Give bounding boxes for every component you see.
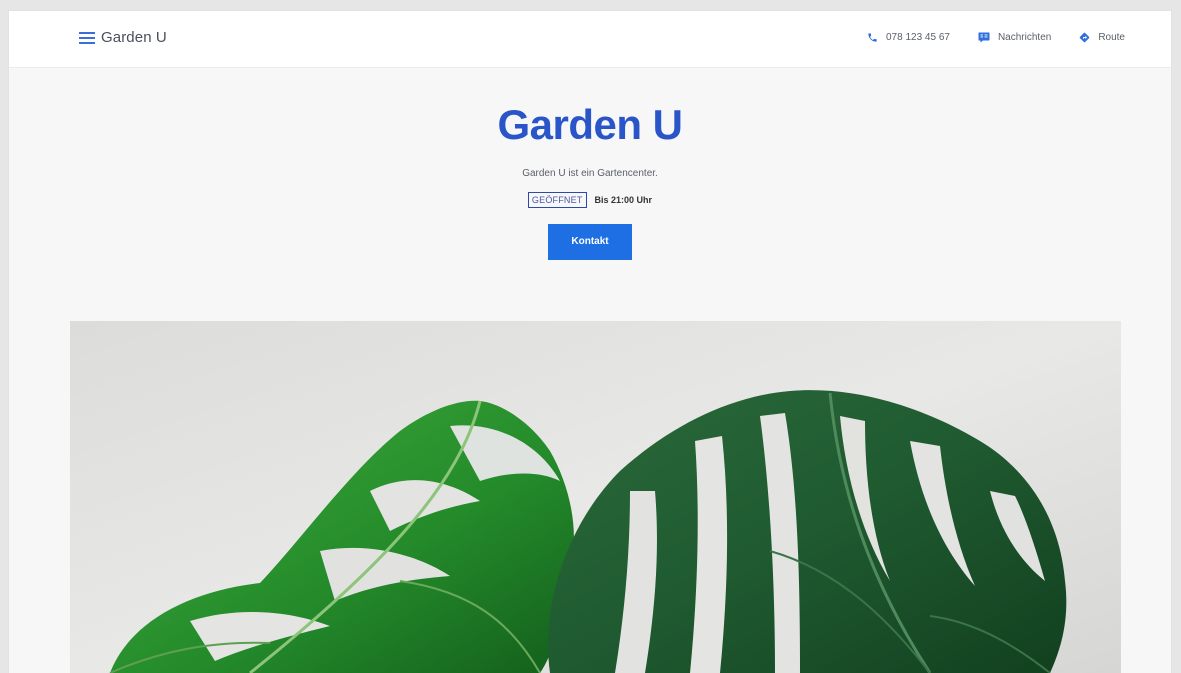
header-actions: 078 123 45 67 Nachrichten Route	[867, 32, 1125, 43]
hero-image	[70, 321, 1121, 673]
top-bar: Garden U 078 123 45 67 Nachrichten Route	[9, 11, 1171, 68]
messages-link[interactable]: Nachrichten	[978, 32, 1051, 43]
brand-link[interactable]: Garden U	[79, 29, 167, 46]
opening-hours: Bis 21:00 Uhr	[594, 195, 653, 205]
directions-icon	[1080, 32, 1090, 43]
phone-label: 078 123 45 67	[886, 32, 950, 43]
status-badge: GEÖFFNET	[527, 192, 587, 208]
business-description: Garden U ist ein Gartencenter.	[522, 168, 658, 179]
contact-button[interactable]: Kontakt	[548, 224, 632, 260]
hero-section: Garden U Garden U ist ein Gartencenter. …	[9, 101, 1171, 260]
phone-link[interactable]: 078 123 45 67	[867, 32, 950, 43]
route-label: Route	[1098, 32, 1125, 43]
menu-icon[interactable]	[79, 31, 95, 44]
opening-status: GEÖFFNET Bis 21:00 Uhr	[9, 192, 1171, 208]
route-link[interactable]: Route	[1079, 32, 1125, 43]
message-icon	[978, 32, 990, 43]
page-title: Garden U	[497, 101, 683, 148]
brand-name: Garden U	[101, 29, 167, 46]
messages-label: Nachrichten	[997, 32, 1052, 43]
monstera-leaves-photo	[70, 321, 1121, 673]
phone-icon	[868, 33, 877, 42]
page: Garden U 078 123 45 67 Nachrichten Route…	[8, 10, 1172, 673]
